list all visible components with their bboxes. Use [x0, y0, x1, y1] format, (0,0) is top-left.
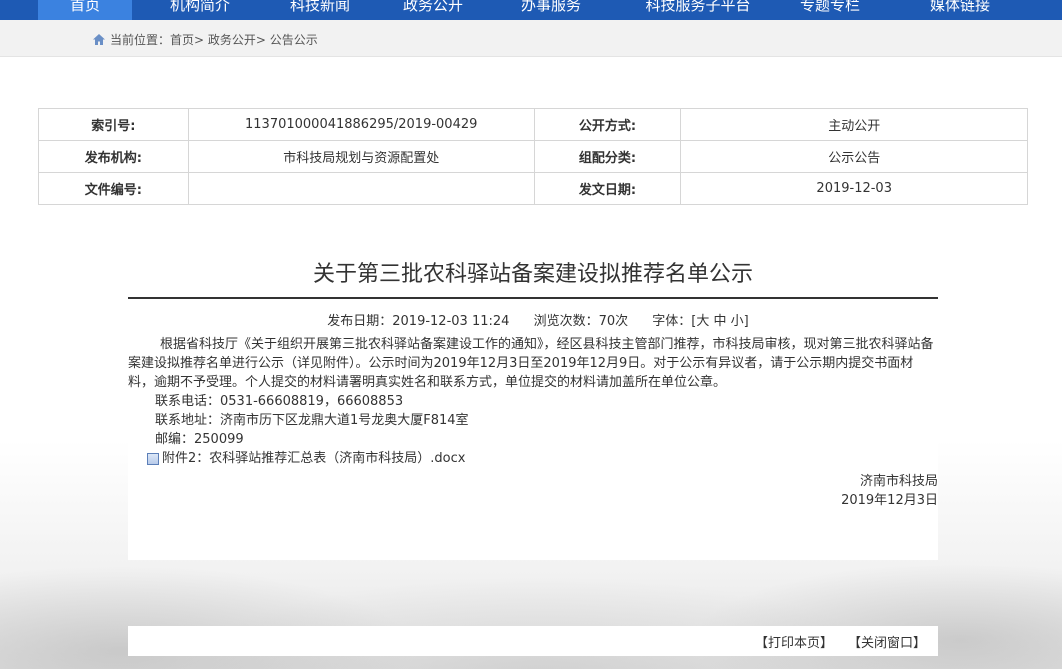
index-label: 索引号:	[38, 108, 189, 141]
signature-org: 济南市科技局	[859, 474, 938, 489]
signature: 济南市科技局 2019年12月3日	[841, 472, 938, 510]
publisher-value: 市科技局规划与资源配置处	[187, 140, 535, 173]
article: 关于第三批农科驿站备案建设拟推荐名单公示 发布日期：2019-12-03 11:…	[128, 240, 938, 560]
document-icon	[147, 452, 159, 465]
breadcrumb-bar: 当前位置：首页> 政务公开> 公告公示	[0, 20, 1062, 57]
view-count: 浏览次数：70次	[533, 314, 629, 329]
document-meta-table: 索引号: 113701000041886295/2019-00429 公开方式:…	[38, 108, 1028, 205]
document-number-value	[187, 172, 535, 205]
article-info: 发布日期：2019-12-03 11:24 浏览次数：70次 字体：[大 中 小…	[128, 310, 938, 329]
document-number-label: 文件编号:	[38, 172, 189, 205]
nav-item-news[interactable]: 科技新闻	[265, 0, 375, 20]
category-value: 公示公告	[680, 140, 1028, 173]
nav-item-about[interactable]: 机构简介	[145, 0, 255, 20]
font-bracket-close: ]	[743, 314, 749, 329]
nav-item-platform[interactable]: 科技服务子平台	[628, 0, 768, 20]
article-body: 根据省科技厅《关于组织开展第三批农科驿站备案建设工作的通知》，经区县科技主管部门…	[128, 335, 938, 468]
postcode: 邮编：250099	[155, 432, 244, 447]
table-row: 文件编号: 发文日期: 2019-12-03	[38, 172, 1028, 205]
nav-item-gov[interactable]: 政务公开	[378, 0, 488, 20]
public-method-label: 公开方式:	[533, 108, 682, 141]
table-row: 发布机构: 市科技局规划与资源配置处 组配分类: 公示公告	[38, 140, 1028, 173]
article-title: 关于第三批农科驿站备案建设拟推荐名单公示	[312, 262, 753, 287]
category-label: 组配分类:	[533, 140, 682, 173]
article-footer: 【打印本页】 【关闭窗口】	[128, 626, 938, 656]
breadcrumb-text[interactable]: 当前位置：首页> 政务公开> 公告公示	[110, 31, 318, 48]
publish-date: 发布日期：2019-12-03 11:24	[327, 314, 510, 329]
nav-item-home[interactable]: 首页	[38, 0, 132, 20]
contact-phone: 联系电话：0531-66608819，66608853	[155, 394, 404, 409]
table-row: 索引号: 113701000041886295/2019-00429 公开方式:…	[38, 108, 1028, 141]
public-method-value: 主动公开	[680, 108, 1028, 141]
font-medium-button[interactable]: 中	[713, 314, 726, 329]
index-value: 113701000041886295/2019-00429	[187, 108, 535, 141]
title-divider	[128, 297, 938, 299]
top-nav: 首页 机构简介 科技新闻 政务公开 办事服务 科技服务子平台 专题专栏 媒体链接	[0, 0, 1062, 20]
issue-date-value: 2019-12-03	[680, 172, 1028, 205]
issue-date-label: 发文日期:	[533, 172, 682, 205]
font-size-control: 字体：[大 中 小]	[652, 314, 748, 329]
font-small-button[interactable]: 小	[731, 314, 744, 329]
print-button[interactable]: 【打印本页】	[755, 632, 833, 651]
close-window-button[interactable]: 【关闭窗口】	[848, 632, 926, 651]
nav-item-links[interactable]: 媒体链接	[905, 0, 1015, 20]
font-label: 字体：[	[652, 314, 697, 329]
publisher-label: 发布机构:	[38, 140, 189, 173]
nav-item-topics[interactable]: 专题专栏	[775, 0, 885, 20]
breadcrumb: 当前位置：首页> 政务公开> 公告公示	[92, 31, 318, 48]
attachment-link[interactable]: 附件2：农科驿站推荐汇总表（济南市科技局）.docx	[128, 449, 938, 468]
article-paragraph: 根据省科技厅《关于组织开展第三批农科驿站备案建设工作的通知》，经区县科技主管部门…	[128, 337, 934, 390]
contact-address: 联系地址：济南市历下区龙鼎大道1号龙奥大厦F814室	[155, 413, 469, 428]
home-icon	[92, 33, 106, 46]
nav-item-service[interactable]: 办事服务	[496, 0, 606, 20]
signature-date: 2019年12月3日	[841, 493, 938, 508]
font-large-button[interactable]: 大	[696, 314, 709, 329]
attachment-name[interactable]: 附件2：农科驿站推荐汇总表（济南市科技局）.docx	[162, 449, 465, 468]
